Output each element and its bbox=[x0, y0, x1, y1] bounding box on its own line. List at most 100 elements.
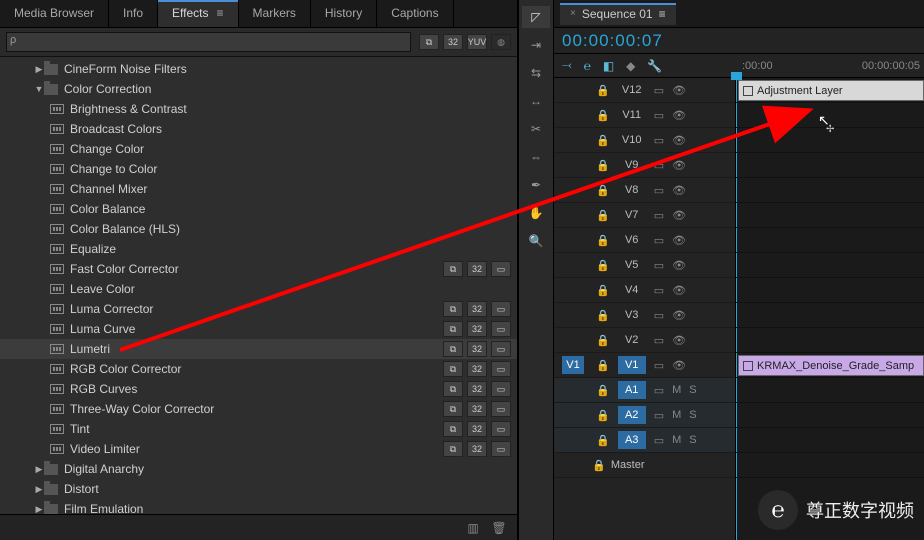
lock-icon[interactable]: 🔒 bbox=[596, 384, 610, 397]
eye-icon[interactable]: 👁 bbox=[672, 359, 686, 372]
effects-folder[interactable]: ▼Color Correction bbox=[0, 79, 517, 99]
source-patch[interactable] bbox=[562, 181, 584, 199]
video-track-header[interactable]: 🔒V11▭👁 bbox=[554, 103, 735, 128]
master-track-header[interactable]: 🔒 Master bbox=[554, 453, 735, 478]
sync-lock-icon[interactable]: ▭ bbox=[654, 434, 664, 447]
eye-icon[interactable]: 👁 bbox=[672, 284, 686, 297]
source-patch[interactable] bbox=[562, 106, 584, 124]
effects-item[interactable]: RGB Curves⧉32▭ bbox=[0, 379, 517, 399]
track-lane[interactable] bbox=[736, 403, 924, 428]
sync-lock-icon[interactable]: ▭ bbox=[654, 84, 664, 97]
rate-stretch-tool[interactable]: ↔ bbox=[522, 90, 550, 112]
effects-item[interactable]: Change Color bbox=[0, 139, 517, 159]
sync-lock-icon[interactable]: ▭ bbox=[654, 309, 664, 322]
source-patch[interactable] bbox=[562, 156, 584, 174]
sync-lock-icon[interactable]: ▭ bbox=[654, 259, 664, 272]
sync-lock-icon[interactable]: ▭ bbox=[654, 134, 664, 147]
eye-icon[interactable]: 👁 bbox=[672, 134, 686, 147]
eye-icon[interactable]: 👁 bbox=[672, 234, 686, 247]
preset-icon[interactable]: ⧉ bbox=[419, 34, 439, 50]
effects-tree[interactable]: ▶CineForm Noise Filters▼Color Correction… bbox=[0, 57, 517, 514]
source-patch[interactable] bbox=[562, 206, 584, 224]
sync-lock-icon[interactable]: ▭ bbox=[654, 409, 664, 422]
track-target[interactable]: V12 bbox=[618, 81, 646, 99]
lock-icon[interactable]: 🔒 bbox=[596, 309, 610, 322]
tab-captions[interactable]: Captions bbox=[377, 0, 453, 27]
source-patch[interactable] bbox=[562, 381, 584, 399]
track-target[interactable]: Master bbox=[614, 456, 642, 474]
lock-icon[interactable]: 🔒 bbox=[596, 209, 610, 222]
mute-toggle[interactable]: M bbox=[672, 384, 681, 396]
tab-markers[interactable]: Markers bbox=[239, 0, 311, 27]
video-track-header[interactable]: 🔒V3▭👁 bbox=[554, 303, 735, 328]
effects-item[interactable]: Video Limiter⧉32▭ bbox=[0, 439, 517, 459]
source-patch[interactable]: V1 bbox=[562, 356, 584, 374]
effects-folder[interactable]: ▶Distort bbox=[0, 479, 517, 499]
effects-folder[interactable]: ▶CineForm Noise Filters bbox=[0, 59, 517, 79]
lock-icon[interactable]: 🔒 bbox=[596, 84, 610, 97]
close-icon[interactable]: × bbox=[570, 8, 576, 19]
marker-icon[interactable]: ◆ bbox=[626, 59, 635, 73]
effects-item[interactable]: Luma Curve⧉32▭ bbox=[0, 319, 517, 339]
effects-item[interactable]: Brightness & Contrast bbox=[0, 99, 517, 119]
video-track-header[interactable]: 🔒V9▭👁 bbox=[554, 153, 735, 178]
solo-toggle[interactable]: S bbox=[689, 409, 696, 421]
lock-icon[interactable]: 🔒 bbox=[596, 359, 610, 372]
track-lane[interactable] bbox=[736, 253, 924, 278]
video-track-header[interactable]: 🔒V2▭👁 bbox=[554, 328, 735, 353]
mute-toggle[interactable]: M bbox=[672, 409, 681, 421]
lock-icon[interactable]: 🔒 bbox=[596, 434, 610, 447]
effects-item[interactable]: Change to Color bbox=[0, 159, 517, 179]
track-target[interactable]: A1 bbox=[618, 381, 646, 399]
track-lane[interactable] bbox=[736, 428, 924, 453]
effects-item[interactable]: Luma Corrector⧉32▭ bbox=[0, 299, 517, 319]
lock-icon[interactable]: 🔒 bbox=[592, 459, 606, 472]
source-patch[interactable] bbox=[562, 431, 584, 449]
tab-history[interactable]: History bbox=[311, 0, 377, 27]
effects-item[interactable]: Channel Mixer bbox=[0, 179, 517, 199]
video-track-header[interactable]: 🔒V4▭👁 bbox=[554, 278, 735, 303]
lock-icon[interactable]: 🔒 bbox=[596, 234, 610, 247]
sync-lock-icon[interactable]: ▭ bbox=[654, 384, 664, 397]
slip-tool[interactable]: ⇔ bbox=[522, 146, 550, 168]
video-track-header[interactable]: 🔒V5▭👁 bbox=[554, 253, 735, 278]
sync-lock-icon[interactable]: ▭ bbox=[654, 359, 664, 372]
preset-yuv-icon[interactable]: YUV bbox=[467, 34, 487, 50]
source-patch[interactable] bbox=[562, 231, 584, 249]
selection-tool[interactable]: ◸ bbox=[522, 6, 550, 28]
video-track-header[interactable]: 🔒V7▭👁 bbox=[554, 203, 735, 228]
eye-icon[interactable]: 👁 bbox=[672, 334, 686, 347]
ripple-edit-tool[interactable]: ⇆ bbox=[522, 62, 550, 84]
search-input[interactable] bbox=[6, 32, 411, 52]
panel-menu-icon[interactable]: ≡ bbox=[659, 7, 666, 21]
source-patch[interactable] bbox=[562, 331, 584, 349]
lock-icon[interactable]: 🔒 bbox=[596, 409, 610, 422]
track-lane[interactable] bbox=[736, 278, 924, 303]
eye-icon[interactable]: 👁 bbox=[672, 209, 686, 222]
effects-item[interactable]: Broadcast Colors bbox=[0, 119, 517, 139]
tab-media-browser[interactable]: Media Browser bbox=[0, 0, 109, 27]
lumetri-scope-icon[interactable]: ◍ bbox=[491, 34, 511, 50]
sync-lock-icon[interactable]: ▭ bbox=[654, 234, 664, 247]
lock-icon[interactable]: 🔒 bbox=[596, 184, 610, 197]
source-patch[interactable] bbox=[562, 131, 584, 149]
sequence-tab[interactable]: × Sequence 01 ≡ bbox=[560, 3, 676, 25]
sync-lock-icon[interactable]: ▭ bbox=[654, 284, 664, 297]
track-target[interactable]: V2 bbox=[618, 331, 646, 349]
source-patch[interactable] bbox=[562, 281, 584, 299]
track-lane[interactable]: KRMAX_Denoise_Grade_Samp bbox=[736, 353, 924, 378]
track-target[interactable]: V1 bbox=[618, 356, 646, 374]
solo-toggle[interactable]: S bbox=[689, 434, 696, 446]
chevron-right-icon[interactable]: ▶ bbox=[34, 464, 44, 475]
track-lane[interactable] bbox=[736, 303, 924, 328]
track-lane[interactable] bbox=[736, 453, 924, 478]
timeline-clip[interactable]: KRMAX_Denoise_Grade_Samp bbox=[738, 355, 924, 376]
tab-effects[interactable]: Effects≡ bbox=[158, 0, 238, 27]
track-target[interactable]: V4 bbox=[618, 281, 646, 299]
zoom-tool[interactable]: 🔍 bbox=[522, 230, 550, 252]
preset-32-icon[interactable]: 32 bbox=[443, 34, 463, 50]
lock-icon[interactable]: 🔒 bbox=[596, 109, 610, 122]
effects-item[interactable]: Leave Color bbox=[0, 279, 517, 299]
track-target[interactable]: V5 bbox=[618, 256, 646, 274]
track-lane[interactable]: Adjustment Layer bbox=[736, 78, 924, 103]
